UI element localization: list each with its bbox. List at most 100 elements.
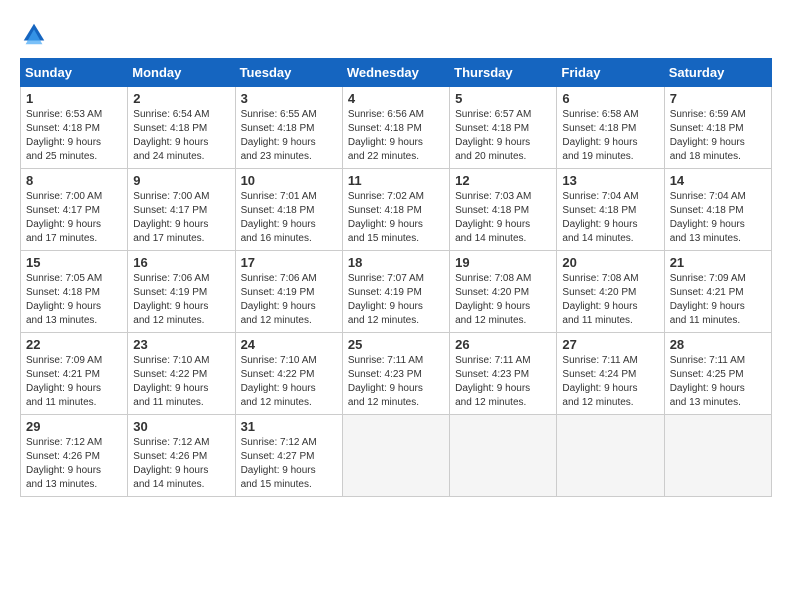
calendar-cell: 30Sunrise: 7:12 AM Sunset: 4:26 PM Dayli… <box>128 415 235 497</box>
day-number: 1 <box>26 91 122 106</box>
calendar-cell: 31Sunrise: 7:12 AM Sunset: 4:27 PM Dayli… <box>235 415 342 497</box>
day-info: Sunrise: 7:06 AM Sunset: 4:19 PM Dayligh… <box>133 272 229 328</box>
logo-icon <box>20 20 48 48</box>
calendar-cell: 18 Sunrise: 7:07 AM Sunset: 4:19 PM Dayli… <box>342 251 449 333</box>
day-number: 12 <box>455 173 551 188</box>
calendar-cell: 2Sunrise: 6:54 AM Sunset: 4:18 PM Daylig… <box>128 87 235 169</box>
calendar-cell: 22 Sunrise: 7:09 AM Sunset: 4:21 PM Dayli… <box>21 333 128 415</box>
col-tuesday: Tuesday <box>235 59 342 87</box>
day-number: 22 <box>26 337 122 352</box>
day-number: 20 <box>562 255 658 270</box>
calendar-cell <box>557 415 664 497</box>
day-info: Sunrise: 7:04 AM Sunset: 4:18 PM Dayligh… <box>562 190 658 246</box>
day-info: Sunrise: 7:11 AM Sunset: 4:24 PM Dayligh… <box>562 354 658 410</box>
calendar-cell: 24 Sunrise: 7:10 AM Sunset: 4:22 PM Dayli… <box>235 333 342 415</box>
calendar-cell: 29 Sunrise: 7:12 AM Sunset: 4:26 PM Dayli… <box>21 415 128 497</box>
day-info: Sunrise: 7:02 AM Sunset: 4:18 PM Dayligh… <box>348 190 444 246</box>
calendar-cell: 12 Sunrise: 7:03 AM Sunset: 4:18 PM Dayli… <box>450 169 557 251</box>
day-info: Sunrise: 7:10 AM Sunset: 4:22 PM Dayligh… <box>241 354 337 410</box>
day-info: Sunrise: 7:06 AM Sunset: 4:19 PM Dayligh… <box>241 272 337 328</box>
calendar-cell: 23 Sunrise: 7:10 AM Sunset: 4:22 PM Dayli… <box>128 333 235 415</box>
calendar-cell: 21 Sunrise: 7:09 AM Sunset: 4:21 PM Dayli… <box>664 251 771 333</box>
col-saturday: Saturday <box>664 59 771 87</box>
day-number: 19 <box>455 255 551 270</box>
day-info: Sunrise: 7:12 AM Sunset: 4:26 PM Dayligh… <box>26 436 122 492</box>
week-row-4: 22 Sunrise: 7:09 AM Sunset: 4:21 PM Dayli… <box>21 333 772 415</box>
calendar-cell: 7 Sunrise: 6:59 AM Sunset: 4:18 PM Daylig… <box>664 87 771 169</box>
day-number: 30 <box>133 419 229 434</box>
week-row-2: 8 Sunrise: 7:00 AM Sunset: 4:17 PM Daylig… <box>21 169 772 251</box>
day-info: Sunrise: 7:08 AM Sunset: 4:20 PM Dayligh… <box>562 272 658 328</box>
day-number: 16 <box>133 255 229 270</box>
day-number: 24 <box>241 337 337 352</box>
day-info: Sunrise: 7:00 AM Sunset: 4:17 PM Dayligh… <box>26 190 122 246</box>
col-wednesday: Wednesday <box>342 59 449 87</box>
day-number: 26 <box>455 337 551 352</box>
calendar-cell: 9 Sunrise: 7:00 AM Sunset: 4:17 PM Daylig… <box>128 169 235 251</box>
day-info: Sunrise: 6:56 AM Sunset: 4:18 PM Dayligh… <box>348 108 444 164</box>
day-number: 5 <box>455 91 551 106</box>
day-number: 18 <box>348 255 444 270</box>
week-row-5: 29 Sunrise: 7:12 AM Sunset: 4:26 PM Dayli… <box>21 415 772 497</box>
day-number: 8 <box>26 173 122 188</box>
day-info: Sunrise: 6:59 AM Sunset: 4:18 PM Dayligh… <box>670 108 766 164</box>
day-number: 9 <box>133 173 229 188</box>
day-info: Sunrise: 6:57 AM Sunset: 4:18 PM Dayligh… <box>455 108 551 164</box>
day-number: 27 <box>562 337 658 352</box>
day-info: Sunrise: 7:09 AM Sunset: 4:21 PM Dayligh… <box>670 272 766 328</box>
calendar-cell: 6Sunrise: 6:58 AM Sunset: 4:18 PM Daylig… <box>557 87 664 169</box>
calendar-cell: 4Sunrise: 6:56 AM Sunset: 4:18 PM Daylig… <box>342 87 449 169</box>
calendar-cell: 16 Sunrise: 7:06 AM Sunset: 4:19 PM Dayli… <box>128 251 235 333</box>
calendar-header-row: SundayMondayTuesdayWednesdayThursdayFrid… <box>21 59 772 87</box>
calendar-cell: 14 Sunrise: 7:04 AM Sunset: 4:18 PM Dayli… <box>664 169 771 251</box>
calendar-cell: 27 Sunrise: 7:11 AM Sunset: 4:24 PM Dayli… <box>557 333 664 415</box>
day-info: Sunrise: 6:55 AM Sunset: 4:18 PM Dayligh… <box>241 108 337 164</box>
day-number: 28 <box>670 337 766 352</box>
calendar-cell: 15Sunrise: 7:05 AM Sunset: 4:18 PM Dayli… <box>21 251 128 333</box>
day-info: Sunrise: 7:07 AM Sunset: 4:19 PM Dayligh… <box>348 272 444 328</box>
day-number: 13 <box>562 173 658 188</box>
calendar-cell: 10Sunrise: 7:01 AM Sunset: 4:18 PM Dayli… <box>235 169 342 251</box>
col-monday: Monday <box>128 59 235 87</box>
day-number: 17 <box>241 255 337 270</box>
calendar-cell: 8 Sunrise: 7:00 AM Sunset: 4:17 PM Daylig… <box>21 169 128 251</box>
day-info: Sunrise: 7:08 AM Sunset: 4:20 PM Dayligh… <box>455 272 551 328</box>
day-info: Sunrise: 7:03 AM Sunset: 4:18 PM Dayligh… <box>455 190 551 246</box>
day-number: 3 <box>241 91 337 106</box>
day-info: Sunrise: 7:10 AM Sunset: 4:22 PM Dayligh… <box>133 354 229 410</box>
day-number: 23 <box>133 337 229 352</box>
day-number: 31 <box>241 419 337 434</box>
day-info: Sunrise: 7:11 AM Sunset: 4:23 PM Dayligh… <box>348 354 444 410</box>
calendar-cell <box>664 415 771 497</box>
day-number: 25 <box>348 337 444 352</box>
day-number: 29 <box>26 419 122 434</box>
day-number: 11 <box>348 173 444 188</box>
calendar-cell <box>342 415 449 497</box>
day-number: 21 <box>670 255 766 270</box>
week-row-3: 15Sunrise: 7:05 AM Sunset: 4:18 PM Dayli… <box>21 251 772 333</box>
day-number: 7 <box>670 91 766 106</box>
col-friday: Friday <box>557 59 664 87</box>
day-info: Sunrise: 6:54 AM Sunset: 4:18 PM Dayligh… <box>133 108 229 164</box>
calendar-cell: 25 Sunrise: 7:11 AM Sunset: 4:23 PM Dayli… <box>342 333 449 415</box>
calendar-cell: 11 Sunrise: 7:02 AM Sunset: 4:18 PM Dayli… <box>342 169 449 251</box>
day-info: Sunrise: 7:00 AM Sunset: 4:17 PM Dayligh… <box>133 190 229 246</box>
day-info: Sunrise: 6:53 AM Sunset: 4:18 PM Dayligh… <box>26 108 122 164</box>
day-info: Sunrise: 7:09 AM Sunset: 4:21 PM Dayligh… <box>26 354 122 410</box>
day-info: Sunrise: 7:04 AM Sunset: 4:18 PM Dayligh… <box>670 190 766 246</box>
day-info: Sunrise: 7:11 AM Sunset: 4:23 PM Dayligh… <box>455 354 551 410</box>
calendar-cell: 17 Sunrise: 7:06 AM Sunset: 4:19 PM Dayli… <box>235 251 342 333</box>
calendar-cell: 26 Sunrise: 7:11 AM Sunset: 4:23 PM Dayli… <box>450 333 557 415</box>
calendar-cell: 3 Sunrise: 6:55 AM Sunset: 4:18 PM Daylig… <box>235 87 342 169</box>
calendar-cell: 28 Sunrise: 7:11 AM Sunset: 4:25 PM Dayli… <box>664 333 771 415</box>
calendar-cell: 20 Sunrise: 7:08 AM Sunset: 4:20 PM Dayli… <box>557 251 664 333</box>
calendar-cell: 13 Sunrise: 7:04 AM Sunset: 4:18 PM Dayli… <box>557 169 664 251</box>
calendar-cell: 1 Sunrise: 6:53 AM Sunset: 4:18 PM Daylig… <box>21 87 128 169</box>
week-row-1: 1 Sunrise: 6:53 AM Sunset: 4:18 PM Daylig… <box>21 87 772 169</box>
day-info: Sunrise: 7:01 AM Sunset: 4:18 PM Dayligh… <box>241 190 337 246</box>
day-number: 14 <box>670 173 766 188</box>
col-sunday: Sunday <box>21 59 128 87</box>
day-info: Sunrise: 7:05 AM Sunset: 4:18 PM Dayligh… <box>26 272 122 328</box>
logo <box>20 20 52 48</box>
day-info: Sunrise: 7:11 AM Sunset: 4:25 PM Dayligh… <box>670 354 766 410</box>
